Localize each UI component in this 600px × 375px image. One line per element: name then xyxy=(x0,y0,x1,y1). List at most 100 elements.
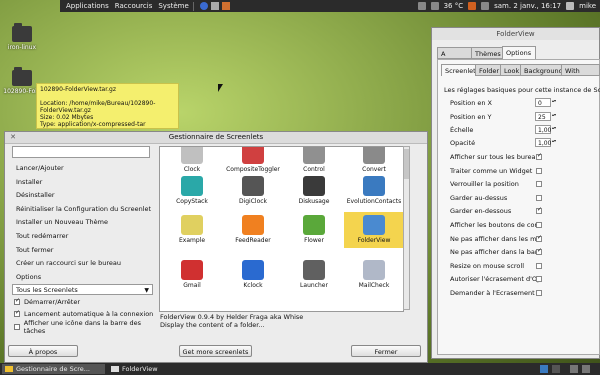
screenlet-item[interactable]: EvolutionContacts xyxy=(344,173,403,209)
screenlet-icon xyxy=(303,215,325,235)
screenlet-item[interactable]: CopyStack xyxy=(162,173,222,209)
subtab-screenlet[interactable]: Screenlet xyxy=(441,64,476,76)
screenlet-icon xyxy=(363,176,385,196)
menu-systeme[interactable]: Système xyxy=(158,2,188,10)
close-icon[interactable]: ✕ xyxy=(9,133,17,141)
screenlet-icon xyxy=(303,260,325,280)
checkbox[interactable] xyxy=(14,297,20,305)
screenlet-item[interactable]: Example xyxy=(162,212,222,248)
tooltip-type: Type: application/x-compressed-tar xyxy=(40,121,146,128)
top-panel: Applications Raccourcis Système 36 °C sa… xyxy=(60,0,600,12)
option-checkbox[interactable] xyxy=(536,247,542,256)
subtab-folder[interactable]: Folder xyxy=(475,64,501,76)
user-label[interactable]: mike xyxy=(579,2,596,10)
option-checkbox[interactable] xyxy=(536,262,542,269)
terminal-icon[interactable] xyxy=(210,2,219,10)
action-close-all[interactable]: Tout fermer xyxy=(8,244,154,258)
option-checkbox[interactable] xyxy=(536,181,542,188)
checkbox[interactable] xyxy=(14,323,20,330)
screenlet-label: Example xyxy=(178,237,206,244)
option-label: Traiter comme un Widget xyxy=(450,166,533,175)
chevron-down-icon: ▼ xyxy=(144,287,149,295)
screenlet-item[interactable]: Flower xyxy=(284,212,344,248)
screenlet-icon xyxy=(242,260,264,280)
volume-icon[interactable] xyxy=(417,2,426,10)
screenlet-item[interactable]: MailCheck xyxy=(344,257,403,293)
screenlet-item[interactable]: Diskusage xyxy=(284,173,344,209)
menu-raccourcis[interactable]: Raccourcis xyxy=(115,2,153,10)
spin-input[interactable]: 0 xyxy=(535,98,557,107)
scrollbar-thumb[interactable] xyxy=(404,149,409,179)
firefox-icon[interactable] xyxy=(468,2,477,10)
option-checkbox[interactable] xyxy=(536,194,542,201)
checkbox[interactable] xyxy=(14,309,20,318)
option-checkbox[interactable] xyxy=(536,152,542,160)
power-icon[interactable] xyxy=(566,2,575,10)
action-desktop-shortcut[interactable]: Créer un raccourci sur le bureau xyxy=(8,257,154,271)
menu-applications[interactable]: Applications xyxy=(66,2,109,10)
option-checkbox[interactable] xyxy=(536,206,542,215)
desktop-icon-iron-linux[interactable]: iron-linux xyxy=(2,23,42,51)
get-more-button[interactable]: Get more screenlets xyxy=(179,345,252,357)
action-launch[interactable]: Lancer/Ajouter xyxy=(8,162,154,176)
screenlet-item[interactable]: FeedReader xyxy=(223,212,283,248)
spin-input[interactable]: 25 xyxy=(535,112,557,121)
option-checkbox[interactable] xyxy=(536,167,542,174)
window-title[interactable]: FolderView xyxy=(432,28,599,40)
tab-themes[interactable]: Thèmes xyxy=(471,47,503,59)
screenlet-item[interactable]: DigiClock xyxy=(223,173,283,209)
mail-notify-icon[interactable] xyxy=(481,2,490,10)
check-start-stop[interactable]: Démarrer/Arrêter xyxy=(8,295,154,308)
option-label: Ne pas afficher dans les mi xyxy=(450,234,539,243)
app-icon xyxy=(5,366,13,372)
tab-about[interactable]: A propos xyxy=(437,47,472,70)
filter-select[interactable]: Tous les Screenlets ▼ xyxy=(12,284,153,296)
network-icon[interactable] xyxy=(430,2,439,10)
mail-icon[interactable] xyxy=(221,2,230,10)
action-uninstall[interactable]: Désinstaller xyxy=(8,189,154,203)
option-label: Autoriser l'écrasement d'Op xyxy=(450,275,542,284)
screenlet-item[interactable]: Gmail xyxy=(162,257,222,293)
screenlet-item[interactable]: Kclock xyxy=(223,257,283,293)
system-tray: 36 °C sam. 2 janv., 16:17 mike xyxy=(417,2,600,10)
screenlet-item[interactable]: Launcher xyxy=(284,257,344,293)
grid-scrollbar[interactable] xyxy=(403,146,410,310)
spin-input[interactable]: 1,00 xyxy=(535,125,557,134)
check-tray-icon[interactable]: Afficher une icône dans la barre des tâc… xyxy=(8,319,154,335)
action-restart-all[interactable]: Tout redémarrer xyxy=(8,230,154,244)
spin-label: Position en X xyxy=(450,99,493,107)
screenlet-item[interactable]: FolderView xyxy=(344,212,403,248)
workspace-icon[interactable] xyxy=(570,365,578,373)
screenlet-label: Control xyxy=(303,166,325,173)
search-input[interactable] xyxy=(12,146,150,158)
description-line-1: FolderView 0.9.4 by Helder Fraga aka Whi… xyxy=(160,313,304,321)
option-checkbox[interactable] xyxy=(536,276,542,283)
check-label: Démarrer/Arrêter xyxy=(24,297,81,306)
workspace-icon[interactable] xyxy=(552,365,560,373)
option-label: Demander à l'Ecrasement xyxy=(450,289,535,297)
browser-icon[interactable] xyxy=(199,2,208,10)
workspace-icon[interactable] xyxy=(540,365,548,373)
action-reset-config[interactable]: Réinitialiser la Configuration du Screen… xyxy=(8,203,154,217)
action-options[interactable]: Options xyxy=(8,271,154,285)
window-titlebar[interactable]: ✕ Gestionnaire de Screenlets xyxy=(5,132,427,144)
tab-options[interactable]: Options xyxy=(502,46,536,59)
option-checkbox[interactable] xyxy=(536,234,542,242)
screenlet-description: FolderView 0.9.4 by Helder Fraga aka Whi… xyxy=(160,313,404,329)
mouse-pointer-icon xyxy=(218,84,223,92)
subtab-background[interactable]: Background xyxy=(520,64,563,76)
spin-input[interactable]: 1,00 xyxy=(535,138,557,147)
task-screenlets-manager[interactable]: Gestionnaire de Scre... xyxy=(2,364,105,374)
option-checkbox[interactable] xyxy=(536,290,542,296)
about-button[interactable]: À propos xyxy=(8,345,78,357)
action-install[interactable]: Installer xyxy=(8,176,154,190)
subtab-look[interactable]: Look xyxy=(500,64,521,76)
task-folderview[interactable]: FolderView xyxy=(108,364,188,374)
trash-icon[interactable] xyxy=(582,365,590,373)
close-button[interactable]: Fermer xyxy=(351,345,421,357)
action-install-theme[interactable]: Installer un Nouveau Thème xyxy=(8,216,154,230)
panel-separator xyxy=(192,1,194,11)
clock-label[interactable]: sam. 2 janv., 16:17 xyxy=(494,2,561,10)
subtab-with-scroll[interactable]: With Scroll xyxy=(561,64,600,76)
option-checkbox[interactable] xyxy=(536,222,542,228)
